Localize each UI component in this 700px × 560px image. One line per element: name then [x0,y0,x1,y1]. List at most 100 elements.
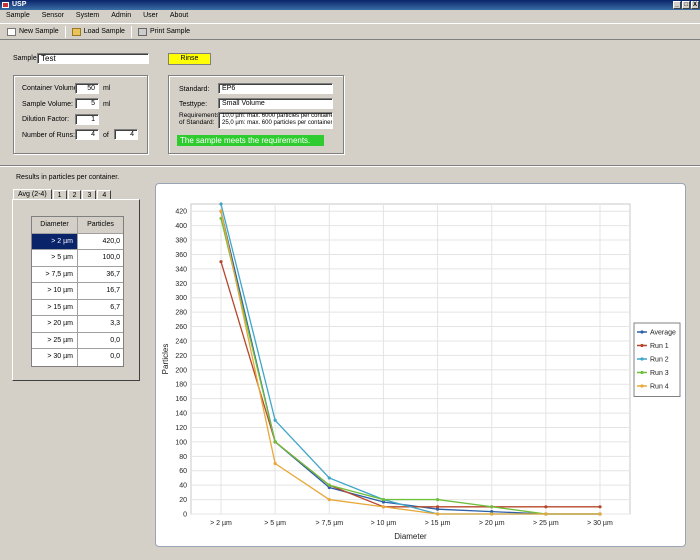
y-tick-label: 180 [175,382,187,389]
chart-panel: 0 20 40 60 80 100 120 140 160 180 200 220 240 260 280 3… [155,183,686,547]
sample-volume-unit: ml [103,101,111,108]
y-tick-label: 380 [175,238,187,245]
print-sample-button[interactable]: Print Sample [133,25,195,38]
data-point [327,497,331,502]
y-tick-label: 220 [175,353,187,360]
runs-total-field[interactable]: 4 [114,129,138,140]
new-document-icon [7,27,16,36]
menu-sensor[interactable]: Sensor [36,10,70,23]
rinse-button[interactable]: Rinse [168,53,211,65]
y-tick-label: 320 [175,281,187,288]
particles-line-chart: 0 20 40 60 80 100 120 140 160 180 200 220 240 260 280 3… [161,202,681,541]
x-tick-label: > 15 µm [425,520,451,527]
data-point [273,461,277,466]
data-point [327,476,331,480]
number-of-runs-field[interactable]: 4 [75,129,99,140]
diameter-cell: > 20 µm [32,316,79,332]
y-tick-label: 280 [175,310,187,317]
data-point [273,418,277,422]
requirements-label-line2: of Standard: [179,119,215,126]
y-tick-label: 140 [175,411,187,418]
table-row[interactable]: > 30 µm 0,0 [32,349,123,366]
x-tick-label: > 10 µm [371,520,397,527]
y-tick-label: 80 [179,454,187,461]
results-title: Results in particles per container. [16,174,120,181]
y-tick-label: 120 [175,425,187,432]
requirements-status-badge: The sample meets the requirements. [177,135,324,146]
requirement-line: 25,0 µm: max. 600 particles per containe… [222,120,333,126]
legend-marker [640,343,644,348]
data-point [490,505,494,509]
menu-bar: Sample Sensor System Admin User About [0,10,700,23]
standard-field[interactable]: EP6 [218,83,333,94]
x-tick-label: > 20 µm [479,520,505,527]
dilution-factor-field[interactable]: 1 [75,114,99,125]
table-row[interactable]: > 7,5 µm 36,7 [32,266,123,283]
new-sample-label: New Sample [19,28,59,35]
sample-volume-field[interactable]: 5 [75,98,99,109]
particles-cell: 100,0 [102,254,120,261]
menu-user[interactable]: User [137,10,164,23]
sample-label: Sample: [13,55,39,62]
table-row[interactable]: > 25 µm 0,0 [32,332,123,349]
data-point [598,512,602,516]
requirements-label-line1: Requirements [179,112,220,119]
new-sample-button[interactable]: New Sample [2,25,64,38]
x-axis-label: Diameter [394,532,427,541]
sample-volume-label: Sample Volume: [22,101,73,108]
section-divider [0,165,700,167]
legend-entry: Run 2 [650,357,669,364]
table-row[interactable]: > 10 µm 16,7 [32,283,123,300]
table-row[interactable]: > 5 µm 100,0 [32,250,123,267]
column-header-particles[interactable]: Particles [78,217,123,233]
menu-system[interactable]: System [70,10,105,23]
table-row[interactable]: > 20 µm 3,3 [32,316,123,333]
legend-marker [640,370,644,375]
title-bar: USP _ □ X [0,0,700,10]
diameter-cell: > 2 µm [32,233,79,249]
table-row[interactable]: > 2 µm 420,0 [32,233,123,250]
close-button[interactable]: X [691,1,699,9]
load-sample-label: Load Sample [83,28,125,35]
print-sample-label: Print Sample [149,28,191,35]
container-volume-label: Container Volume: [22,85,80,92]
legend-entry: Run 1 [650,343,669,350]
maximize-button[interactable]: □ [682,1,690,9]
y-tick-label: 60 [179,468,187,475]
particles-cell: 0,0 [110,336,120,344]
window-title: USP [12,1,27,8]
testtype-label: Testtype: [179,101,208,108]
menu-sample[interactable]: Sample [0,10,36,23]
y-tick-label: 40 [179,483,187,490]
y-tick-label: 260 [175,324,187,331]
menu-admin[interactable]: Admin [105,10,137,23]
column-header-diameter[interactable]: Diameter [32,217,78,233]
x-tick-label: > 2 µm [210,520,232,527]
menu-about[interactable]: About [164,10,194,23]
diameter-cell: > 7,5 µm [32,266,79,282]
y-tick-label: 300 [175,295,187,302]
toolbar-separator [130,25,132,38]
y-tick-label: 100 [175,439,187,446]
diameter-cell: > 10 µm [32,283,79,299]
y-tick-label: 0 [183,512,187,519]
y-tick-label: 160 [175,396,187,403]
particles-cell: 16,7 [106,287,120,294]
y-tick-label: 240 [175,338,187,345]
testtype-field[interactable]: Small Volume [218,98,333,109]
diameter-cell: > 5 µm [32,250,79,266]
data-point [598,505,602,509]
table-row[interactable]: > 15 µm 6,7 [32,299,123,316]
container-volume-field[interactable]: 50 [75,83,99,94]
container-volume-unit: ml [103,85,111,92]
sample-name-field[interactable]: Test [37,53,149,64]
minimize-button[interactable]: _ [673,1,681,9]
standard-label: Standard: [179,86,210,93]
plot-area [190,203,631,515]
x-tick-label: > 30 µm [587,520,613,527]
load-sample-button[interactable]: Load Sample [67,25,130,38]
requirements-field: 10,0 µm: max. 6000 particles per contain… [218,112,333,129]
particles-cell: 420,0 [78,233,123,249]
number-of-runs-label: Number of Runs: [22,132,75,139]
y-tick-label: 420 [175,209,187,216]
